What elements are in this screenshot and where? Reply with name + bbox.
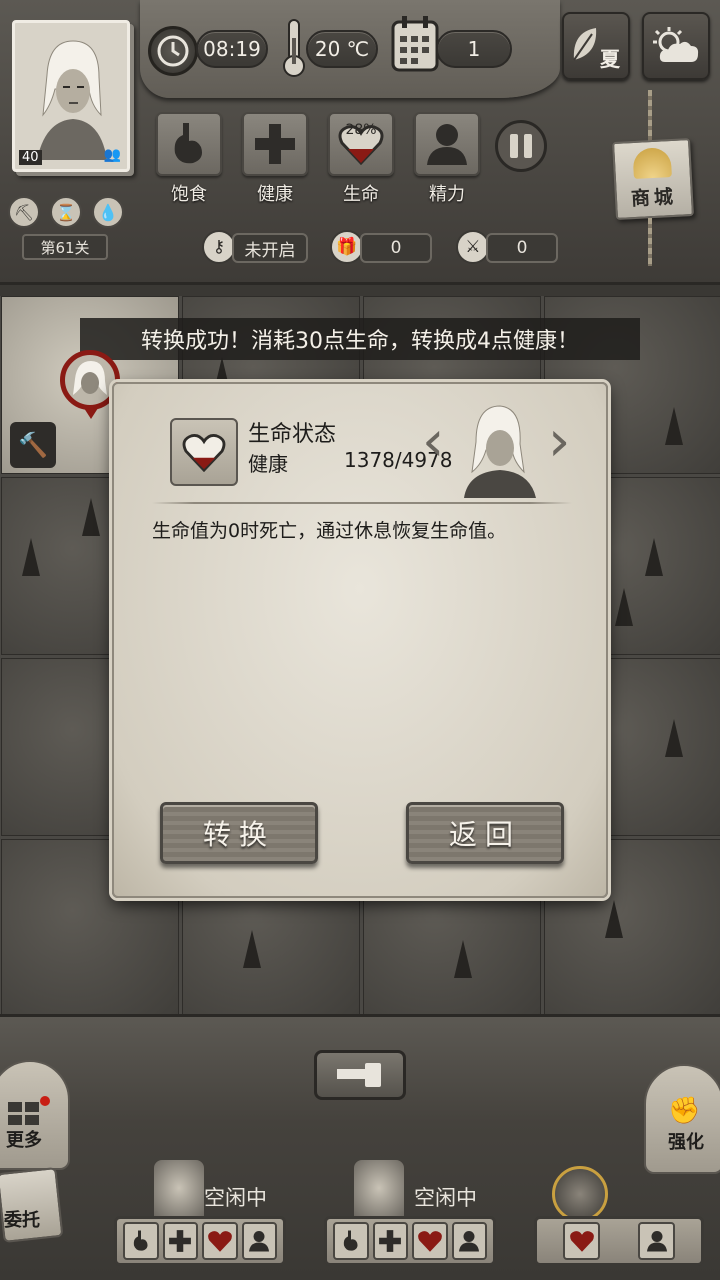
notification-dot bbox=[40, 1096, 50, 1106]
worker-status: 空闲中 bbox=[414, 1186, 477, 1210]
season-button[interactable]: 夏 bbox=[562, 12, 630, 80]
pin-tip bbox=[82, 405, 100, 419]
worker-stats-bar[interactable] bbox=[114, 1216, 286, 1266]
key-icon: ⚷ bbox=[202, 230, 236, 264]
plus-icon bbox=[255, 124, 295, 164]
person-icon bbox=[638, 1222, 675, 1260]
day-counter: 1 bbox=[436, 30, 512, 68]
life-label: 生命 bbox=[343, 184, 379, 205]
pin-portrait bbox=[73, 361, 107, 395]
fist-icon: ✊ bbox=[668, 1096, 701, 1126]
build-button[interactable] bbox=[314, 1050, 406, 1100]
plus-icon bbox=[372, 1222, 408, 1260]
clock-icon bbox=[148, 26, 198, 76]
stomach-icon bbox=[174, 123, 202, 164]
hourglass-icon[interactable]: ⌛ bbox=[50, 196, 82, 228]
person-icon bbox=[241, 1222, 277, 1260]
family-icon: 👥 bbox=[103, 147, 121, 163]
hunger-label: 饱食 bbox=[171, 184, 207, 205]
crossed-swords-icon: ⚔ bbox=[456, 230, 490, 264]
life-percent: 28% bbox=[345, 122, 377, 138]
dialog-heart-box bbox=[170, 418, 238, 486]
axe-icon[interactable]: ⛏ bbox=[8, 196, 40, 228]
key-status[interactable]: 未开启 bbox=[232, 233, 308, 263]
drop-icon[interactable]: 💧 bbox=[92, 196, 124, 228]
pet-rabbit-avatar[interactable] bbox=[552, 1166, 608, 1222]
gift-count[interactable]: 0 bbox=[360, 233, 432, 263]
dialog-title: 生命状态 bbox=[248, 422, 337, 447]
gift-icon: 🎁 bbox=[330, 230, 364, 264]
thermometer-icon bbox=[280, 18, 308, 78]
prev-arrow-icon[interactable]: ‹ bbox=[422, 414, 444, 470]
time-display: 08:19 bbox=[196, 30, 268, 68]
worker-status: 空闲中 bbox=[204, 1186, 267, 1210]
convert-button[interactable]: 转换 bbox=[160, 802, 318, 864]
calendar-icon bbox=[390, 14, 440, 74]
player-portrait-card[interactable]: 40 👥 bbox=[12, 20, 130, 172]
shop-label: 商城 bbox=[630, 185, 678, 211]
player-portrait bbox=[37, 40, 107, 160]
dialog-description: 生命值为0时死亡，通过休息恢复生命值。 bbox=[152, 520, 507, 542]
dialog-subtitle: 健康 bbox=[248, 452, 288, 476]
toast-message: 转换成功！消耗30点生命，转换成4点健康！ bbox=[80, 318, 640, 360]
temperature-display: 20 ℃ bbox=[306, 30, 378, 68]
rope-top bbox=[648, 90, 652, 142]
person-icon bbox=[451, 1222, 487, 1260]
dialog-character-portrait bbox=[464, 405, 536, 498]
hunger-button[interactable] bbox=[156, 112, 222, 176]
person-icon bbox=[427, 124, 467, 165]
life-button[interactable]: 28% bbox=[328, 112, 394, 176]
rope-bottom bbox=[648, 218, 652, 266]
season-label: 夏 bbox=[600, 47, 620, 71]
hammer-icon bbox=[337, 1063, 381, 1087]
heart-icon bbox=[202, 1222, 238, 1260]
worker-avatar[interactable] bbox=[154, 1160, 204, 1216]
stage-tag: 第61关 bbox=[22, 234, 108, 260]
pet-stats-bar[interactable] bbox=[534, 1216, 704, 1266]
next-arrow-icon[interactable]: › bbox=[548, 414, 570, 470]
back-button[interactable]: 返回 bbox=[406, 802, 564, 864]
delegate-label: 委托 bbox=[4, 1210, 40, 1231]
life-status-dialog: 生命状态 健康 1378/4978 ‹ › 生命值为0时死亡，通过休息恢复生命值… bbox=[112, 382, 608, 898]
energy-button[interactable] bbox=[414, 112, 480, 176]
worker-avatar[interactable] bbox=[354, 1160, 404, 1216]
dialog-divider bbox=[152, 502, 572, 504]
weather-button[interactable] bbox=[642, 12, 710, 80]
level-badge: 40 bbox=[19, 150, 42, 165]
hammer-icon[interactable]: 🔨 bbox=[10, 422, 56, 468]
wellness-label: 健康 bbox=[257, 184, 293, 205]
energy-label: 精力 bbox=[429, 184, 465, 205]
stomach-icon bbox=[123, 1222, 159, 1260]
heart-icon bbox=[412, 1222, 448, 1260]
heart-icon bbox=[182, 434, 226, 472]
pause-button[interactable] bbox=[495, 120, 547, 172]
top-hud: 40 👥 08:19 20 ℃ 1 夏 饱食 健康 28% 生命 精力 商城 ⛏… bbox=[0, 0, 720, 285]
player-location-pin[interactable] bbox=[60, 350, 120, 410]
battle-count[interactable]: 0 bbox=[486, 233, 558, 263]
partly-cloudy-icon bbox=[653, 27, 699, 62]
shell-icon bbox=[632, 147, 672, 179]
strengthen-label: 强化 bbox=[668, 1132, 704, 1153]
worker-stats-bar[interactable] bbox=[324, 1216, 496, 1266]
shop-button[interactable]: 商城 bbox=[612, 138, 694, 220]
leaf-icon bbox=[573, 28, 597, 61]
plus-icon bbox=[162, 1222, 198, 1260]
wellness-button[interactable] bbox=[242, 112, 308, 176]
stomach-icon bbox=[333, 1222, 369, 1260]
more-label: 更多 bbox=[6, 1130, 42, 1151]
heart-icon bbox=[563, 1222, 600, 1260]
